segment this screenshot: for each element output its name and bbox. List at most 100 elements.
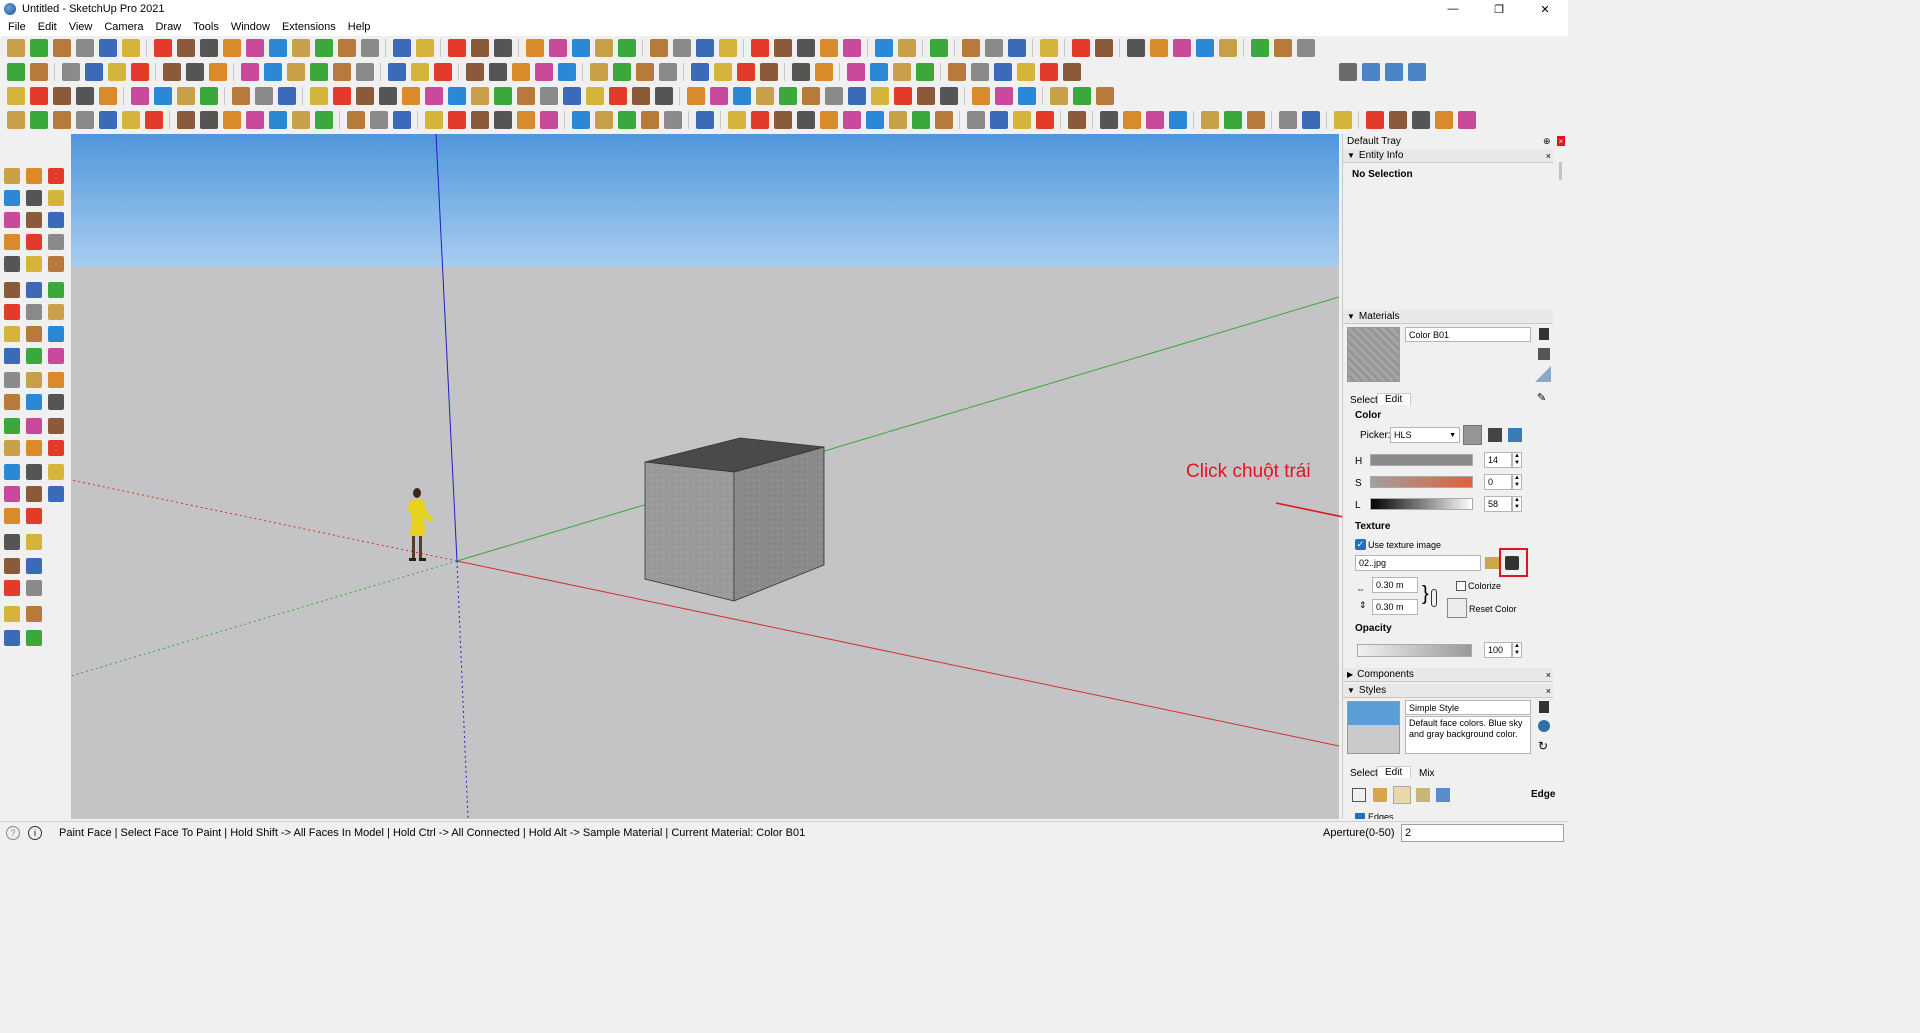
edge-settings-icon[interactable] bbox=[1352, 788, 1366, 802]
toolbar-tool-icon[interactable] bbox=[947, 63, 966, 81]
opacity-value-field[interactable]: 100 bbox=[1484, 642, 1512, 658]
toolbar-tool-icon[interactable] bbox=[750, 39, 769, 57]
menu-camera[interactable]: Camera bbox=[98, 21, 149, 33]
toolbar-tool-icon[interactable] bbox=[718, 39, 737, 57]
menu-view[interactable]: View bbox=[63, 21, 99, 33]
top-view-icon[interactable] bbox=[1384, 63, 1403, 81]
left-tool-icon[interactable] bbox=[4, 558, 20, 574]
toolbar-tool-icon[interactable] bbox=[897, 39, 916, 57]
toolbar-tool-icon[interactable] bbox=[1273, 39, 1292, 57]
toolbar-tool-icon[interactable] bbox=[355, 63, 374, 81]
toolbar-tool-icon[interactable] bbox=[493, 87, 512, 105]
toolbar-tool-icon[interactable] bbox=[176, 39, 195, 57]
left-tool-icon[interactable] bbox=[26, 190, 42, 206]
toolbar-tool-icon[interactable] bbox=[1094, 39, 1113, 57]
left-tool-icon[interactable] bbox=[26, 440, 42, 456]
toolbar-tool-icon[interactable] bbox=[254, 87, 273, 105]
toolbar-tool-icon[interactable] bbox=[686, 87, 705, 105]
toolbar-tool-icon[interactable] bbox=[465, 63, 484, 81]
toolbar-tool-icon[interactable] bbox=[773, 111, 792, 129]
eyedropper-icon[interactable]: ✎ bbox=[1537, 391, 1549, 404]
toolbar-tool-icon[interactable] bbox=[801, 87, 820, 105]
create-style-icon[interactable] bbox=[1539, 701, 1549, 713]
toolbar-tool-icon[interactable] bbox=[1126, 39, 1145, 57]
left-tool-icon[interactable] bbox=[26, 372, 42, 388]
toolbar-tool-icon[interactable] bbox=[98, 87, 117, 105]
toolbar-tool-icon[interactable] bbox=[185, 63, 204, 81]
toolbar-tool-icon[interactable] bbox=[346, 111, 365, 129]
texture-height-field[interactable]: 0.30 m bbox=[1372, 599, 1418, 615]
entity-info-header[interactable]: ▼ Entity Info × bbox=[1343, 149, 1553, 163]
toolbar-tool-icon[interactable] bbox=[562, 87, 581, 105]
left-tool-icon[interactable] bbox=[48, 326, 64, 342]
left-tool-icon[interactable] bbox=[48, 212, 64, 228]
opacity-spinner[interactable]: ▲ ▼ bbox=[1512, 642, 1522, 658]
update-style-icon[interactable] bbox=[1538, 720, 1550, 732]
toolbar-tool-icon[interactable] bbox=[736, 63, 755, 81]
toolbar-tool-icon[interactable] bbox=[847, 87, 866, 105]
toolbar-tool-icon[interactable] bbox=[1411, 111, 1430, 129]
toolbar-tool-icon[interactable] bbox=[759, 63, 778, 81]
toolbar-tool-icon[interactable] bbox=[892, 63, 911, 81]
toolbar-tool-icon[interactable] bbox=[814, 63, 833, 81]
left-tool-icon[interactable] bbox=[26, 486, 42, 502]
toolbar-tool-icon[interactable] bbox=[1007, 39, 1026, 57]
toolbar-tool-icon[interactable] bbox=[291, 39, 310, 57]
style-name-field[interactable]: Simple Style bbox=[1405, 700, 1531, 715]
toolbar-tool-icon[interactable] bbox=[842, 111, 861, 129]
toolbar-tool-icon[interactable] bbox=[392, 111, 411, 129]
toolbar-tool-icon[interactable] bbox=[447, 39, 466, 57]
toolbar-tool-icon[interactable] bbox=[1195, 39, 1214, 57]
left-tool-icon[interactable] bbox=[48, 486, 64, 502]
toolbar-tool-icon[interactable] bbox=[337, 39, 356, 57]
toolbar-tool-icon[interactable] bbox=[332, 63, 351, 81]
toolbar-tool-icon[interactable] bbox=[796, 111, 815, 129]
toolbar-tool-icon[interactable] bbox=[447, 87, 466, 105]
left-tool-icon[interactable] bbox=[48, 190, 64, 206]
toolbar-tool-icon[interactable] bbox=[199, 39, 218, 57]
toolbar-tool-icon[interactable] bbox=[1145, 111, 1164, 129]
toolbar-tool-icon[interactable] bbox=[222, 39, 241, 57]
left-tool-icon[interactable] bbox=[48, 464, 64, 480]
toolbar-tool-icon[interactable] bbox=[594, 39, 613, 57]
toolbar-tool-icon[interactable] bbox=[617, 39, 636, 57]
toolbar-tool-icon[interactable] bbox=[493, 39, 512, 57]
left-tool-icon[interactable] bbox=[4, 440, 20, 456]
face-settings-icon[interactable] bbox=[1373, 788, 1387, 802]
toolbar-tool-icon[interactable] bbox=[332, 87, 351, 105]
toolbar-tool-icon[interactable] bbox=[314, 39, 333, 57]
toolbar-tool-icon[interactable] bbox=[6, 39, 25, 57]
toolbar-tool-icon[interactable] bbox=[153, 39, 172, 57]
left-tool-icon[interactable] bbox=[4, 580, 20, 596]
left-tool-icon[interactable] bbox=[48, 234, 64, 250]
watermark-settings-icon[interactable] bbox=[1416, 788, 1430, 802]
match-color-screen-icon[interactable] bbox=[1508, 428, 1522, 442]
menu-tools[interactable]: Tools bbox=[187, 21, 225, 33]
toolbar-tool-icon[interactable] bbox=[961, 39, 980, 57]
toolbar-tool-icon[interactable] bbox=[433, 63, 452, 81]
style-description-field[interactable]: Default face colors. Blue sky and gray b… bbox=[1405, 716, 1531, 754]
toolbar-tool-icon[interactable] bbox=[934, 111, 953, 129]
scene-canvas[interactable] bbox=[71, 134, 1339, 819]
toolbar-tool-icon[interactable] bbox=[993, 63, 1012, 81]
material-name-field[interactable]: Color B01 bbox=[1405, 327, 1531, 342]
toolbar-tool-icon[interactable] bbox=[130, 87, 149, 105]
lock-aspect-icon[interactable] bbox=[1431, 589, 1437, 607]
toolbar-tool-icon[interactable] bbox=[1172, 39, 1191, 57]
toolbar-tool-icon[interactable] bbox=[571, 39, 590, 57]
hue-slider[interactable] bbox=[1370, 454, 1473, 466]
toolbar-tool-icon[interactable] bbox=[525, 39, 544, 57]
toolbar-tool-icon[interactable] bbox=[309, 63, 328, 81]
left-tool-icon[interactable] bbox=[48, 440, 64, 456]
toolbar-tool-icon[interactable] bbox=[144, 111, 163, 129]
toolbar-tool-icon[interactable] bbox=[6, 87, 25, 105]
styles-tab-mix[interactable]: Mix bbox=[1419, 768, 1435, 779]
toolbar-tool-icon[interactable] bbox=[865, 111, 884, 129]
toolbar-tool-icon[interactable] bbox=[970, 63, 989, 81]
toolbar-tool-icon[interactable] bbox=[819, 111, 838, 129]
toolbar-tool-icon[interactable] bbox=[29, 111, 48, 129]
left-tool-icon[interactable] bbox=[4, 486, 20, 502]
menu-extensions[interactable]: Extensions bbox=[276, 21, 342, 33]
left-tool-icon[interactable] bbox=[26, 256, 42, 272]
left-tool-icon[interactable] bbox=[26, 580, 42, 596]
